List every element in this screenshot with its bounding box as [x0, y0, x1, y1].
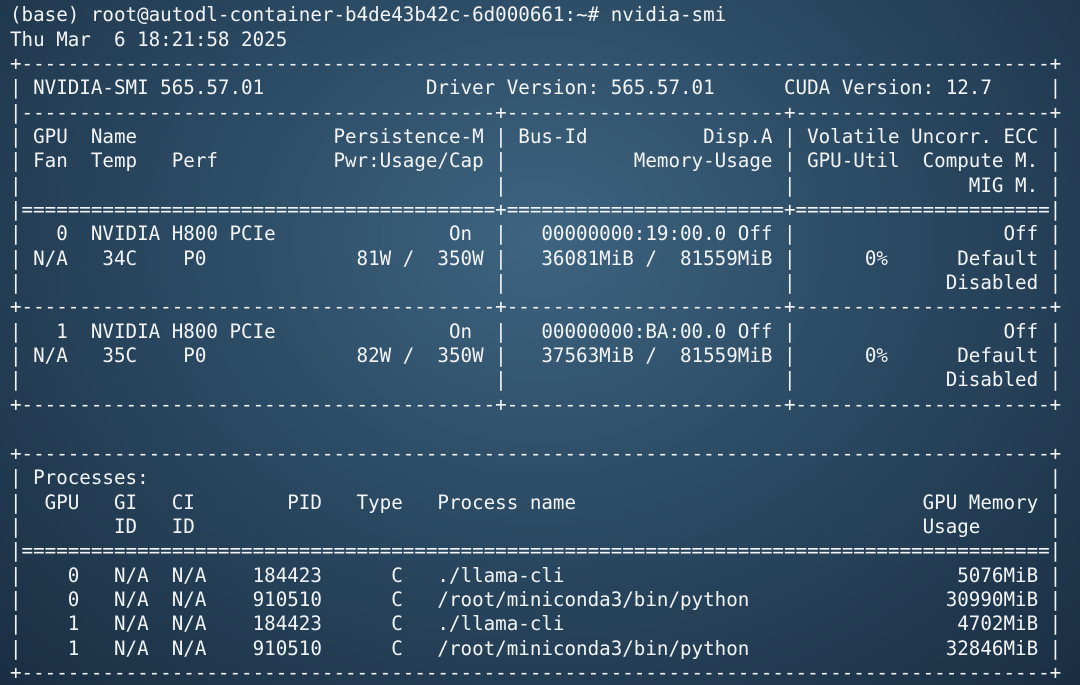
process-border-bottom: +---------------------------------------…	[10, 661, 1062, 684]
gpu-1-row-1: | 1 NVIDIA H800 PCIe On | 00000000:BA:00…	[10, 320, 1062, 343]
smi-version-header: | NVIDIA-SMI 565.57.01 Driver Version: 5…	[10, 76, 1062, 99]
process-header-2: | ID ID Usage |	[10, 515, 1062, 538]
gpu-0-row-2: | N/A 34C P0 81W / 350W | 36081MiB / 815…	[10, 247, 1062, 270]
timestamp-line: Thu Mar 6 18:21:58 2025	[10, 28, 288, 51]
process-header-1: | GPU GI CI PID Type Process name GPU Me…	[10, 491, 1062, 514]
gpu-separator: +---------------------------------------…	[10, 295, 1062, 318]
process-border-top: +---------------------------------------…	[10, 442, 1062, 465]
process-double-rule: |=======================================…	[10, 539, 1062, 562]
process-row: | 0 N/A N/A 184423 C ./llama-cli 5076MiB…	[10, 564, 1062, 587]
header-double-rule: |=======================================…	[10, 198, 1062, 221]
gpu-1-row-3: | | | Disabled |	[10, 368, 1062, 391]
gpu-column-header-3: | | | MIG M. |	[10, 174, 1062, 197]
table-separator: |---------------------------------------…	[10, 101, 1062, 124]
process-row: | 0 N/A N/A 910510 C /root/miniconda3/bi…	[10, 588, 1062, 611]
prompt-command-line: (base) root@autodl-container-b4de43b42c-…	[10, 3, 727, 26]
gpu-1-row-2: | N/A 35C P0 82W / 350W | 37563MiB / 815…	[10, 344, 1062, 367]
table-border-top: +---------------------------------------…	[10, 52, 1062, 75]
gpu-0-row-1: | 0 NVIDIA H800 PCIe On | 00000000:19:00…	[10, 222, 1062, 245]
terminal-window[interactable]: (base) root@autodl-container-b4de43b42c-…	[0, 0, 1080, 685]
process-row: | 1 N/A N/A 910510 C /root/miniconda3/bi…	[10, 637, 1062, 660]
gpu-column-header-2: | Fan Temp Perf Pwr:Usage/Cap | Memory-U…	[10, 149, 1062, 172]
gpu-column-header-1: | GPU Name Persistence-M | Bus-Id Disp.A…	[10, 125, 1062, 148]
processes-title: | Processes: |	[10, 466, 1062, 489]
gpu-0-row-3: | | | Disabled |	[10, 271, 1062, 294]
process-row: | 1 N/A N/A 184423 C ./llama-cli 4702MiB…	[10, 612, 1062, 635]
table-border-bottom: +---------------------------------------…	[10, 393, 1062, 416]
